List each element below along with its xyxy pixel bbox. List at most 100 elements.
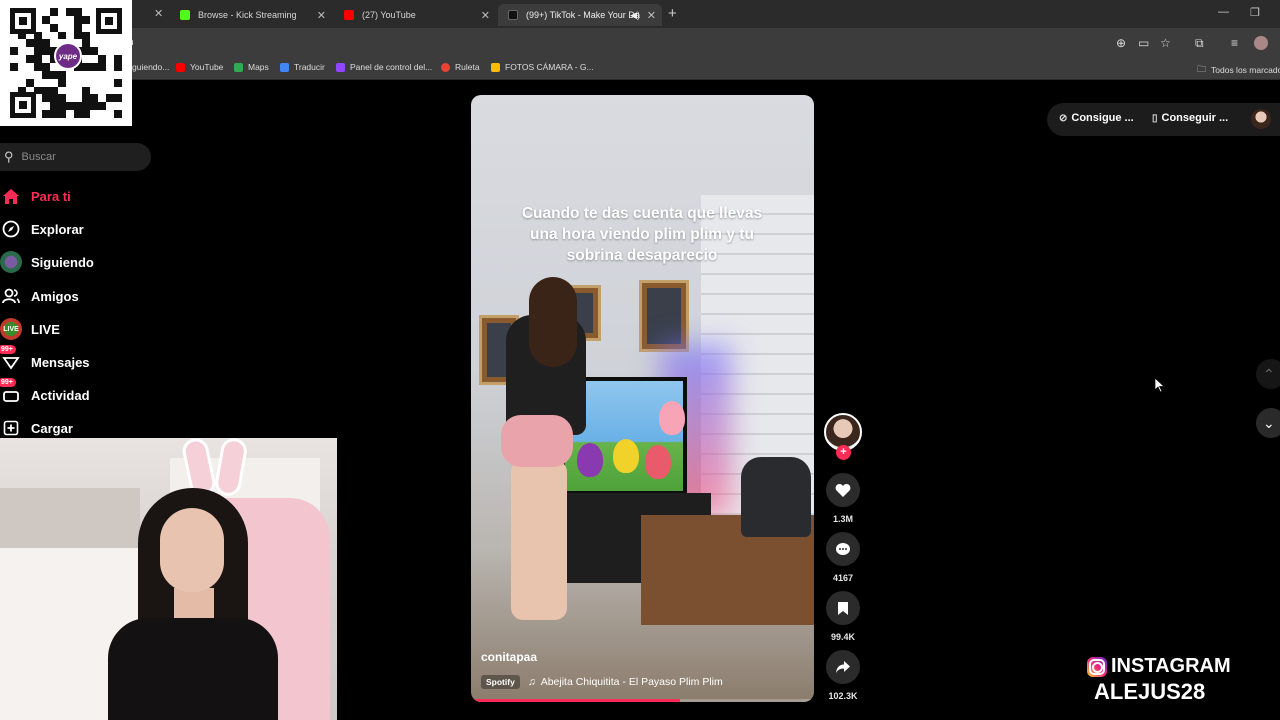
heart-icon[interactable]	[826, 473, 860, 507]
qr-module	[34, 39, 42, 48]
qr-module	[58, 78, 66, 87]
sidebar-item-para-ti[interactable]: Para ti	[0, 185, 71, 207]
video-progress[interactable]	[471, 699, 814, 702]
flower	[659, 401, 685, 435]
sidebar-item-mensajes[interactable]: 99+ Mensajes	[0, 345, 90, 373]
qr-module	[74, 31, 82, 40]
qr-module	[34, 70, 42, 79]
sidebar-item-actividad[interactable]: 99+ Actividad	[0, 378, 90, 406]
face	[160, 508, 224, 592]
bookmark-label: FOTOS CÁMARA - G...	[505, 62, 594, 72]
qr-module	[66, 86, 74, 95]
qr-module	[66, 15, 74, 24]
qr-module	[74, 8, 82, 16]
close-icon[interactable]: ✕	[647, 9, 656, 22]
qr-module	[34, 63, 42, 71]
tab-title: (27) YouTube	[362, 10, 416, 20]
bookmark-panel[interactable]: Panel de control del...	[336, 62, 432, 72]
qr-module	[18, 78, 26, 87]
tab-kick[interactable]: Browse - Kick Streaming ✕	[170, 4, 332, 26]
new-tab-icon[interactable]: +	[668, 5, 677, 22]
drive-icon	[491, 62, 500, 72]
qr-module	[74, 86, 82, 95]
video-author[interactable]: conitapaa	[481, 650, 537, 664]
tab-tiktok[interactable]: (99+) TikTok - Make Your Da ◀) ✕	[498, 4, 662, 26]
address-bar[interactable]: n	[0, 28, 1280, 58]
qr-module	[98, 70, 106, 79]
twitch-icon	[336, 62, 345, 72]
qr-module	[90, 94, 98, 103]
search-bar[interactable]: ⚲	[0, 143, 151, 171]
get-coins-button[interactable]: ⊘ Consigue ...	[1059, 112, 1134, 124]
bookmark-fotos[interactable]: FOTOS CÁMARA - G...	[491, 62, 594, 72]
qr-module	[90, 47, 98, 56]
qr-module	[82, 55, 90, 63]
bookmark-label: Todos los marcado	[1211, 65, 1280, 75]
video-player[interactable]: Cuando te das cuenta que llevas una hora…	[471, 95, 814, 702]
bookmark-all[interactable]: 🗀 Todos los marcado	[1197, 62, 1280, 78]
qr-module	[42, 31, 50, 40]
qr-module	[50, 31, 58, 40]
bookmark-ruleta[interactable]: Ruleta	[441, 62, 480, 72]
bookmark-item[interactable]: guiendo...	[132, 62, 169, 72]
bookmark-youtube[interactable]: YouTube	[176, 62, 223, 72]
qr-finder	[96, 8, 122, 34]
bookmark-maps[interactable]: Maps	[234, 62, 269, 72]
qr-code: yape	[0, 0, 132, 126]
qr-module	[50, 86, 58, 95]
qr-module	[82, 94, 90, 103]
profile-avatar[interactable]	[1251, 109, 1271, 129]
qr-module	[90, 110, 98, 118]
sidebar-item-cargar[interactable]: Cargar	[0, 417, 73, 439]
share-action[interactable]: 102.3K	[826, 650, 860, 701]
flower	[613, 439, 639, 473]
search-input[interactable]	[21, 151, 132, 163]
bookmark-translate[interactable]: Traducir	[280, 62, 325, 72]
sidebar-item-live[interactable]: LIVE LIVE	[0, 318, 60, 340]
sidebar-item-label: Cargar	[31, 420, 73, 436]
qr-module	[90, 39, 98, 48]
home-icon	[0, 185, 22, 207]
qr-module	[58, 86, 66, 95]
tab-youtube[interactable]: (27) YouTube ✕	[334, 4, 496, 26]
qr-module	[10, 78, 18, 87]
comment-action[interactable]: 4167	[826, 532, 860, 583]
qr-module	[82, 63, 90, 71]
cast-icon[interactable]: ▭	[1138, 36, 1149, 50]
instagram-overlay: INSTAGRAM ALEJUS28	[1087, 655, 1247, 705]
qr-module	[42, 39, 50, 48]
qr-module	[82, 39, 90, 48]
profile-icon[interactable]	[1254, 36, 1268, 50]
follow-plus-icon[interactable]: +	[836, 445, 851, 460]
like-count: 1.3M	[832, 514, 853, 524]
save-action[interactable]: 99.4K	[826, 591, 860, 642]
extensions-icon[interactable]: ⧉	[1195, 36, 1204, 51]
qr-module	[98, 78, 106, 87]
get-app-button[interactable]: ▯ Conseguir ...	[1152, 112, 1228, 124]
comment-icon[interactable]	[826, 532, 860, 566]
sidebar-item-explorar[interactable]: Explorar	[0, 218, 84, 240]
video-music[interactable]: Spotify ♫ Abejita Chiquitita - El Payaso…	[481, 675, 723, 689]
sidebar-item-amigos[interactable]: Amigos	[0, 285, 79, 307]
like-action[interactable]: 1.3M	[826, 473, 860, 524]
next-video-button[interactable]: ⌄	[1256, 408, 1280, 438]
qr-module	[90, 70, 98, 79]
previous-video-button[interactable]: ⌃	[1256, 359, 1280, 389]
zoom-icon[interactable]: ⊕	[1116, 36, 1126, 50]
translate-icon	[280, 62, 289, 72]
media-icon[interactable]: ≡	[1231, 36, 1238, 50]
restore-icon[interactable]: ❐	[1250, 6, 1260, 19]
tab-close-icon[interactable]: ✕	[154, 7, 163, 20]
following-avatar-icon	[0, 251, 22, 273]
share-icon[interactable]	[826, 650, 860, 684]
close-icon[interactable]: ✕	[317, 9, 326, 22]
instagram-user: ALEJUS28	[1094, 679, 1206, 704]
minimize-icon[interactable]: —	[1218, 6, 1229, 18]
qr-module	[42, 8, 50, 16]
bookmark-icon[interactable]	[826, 591, 860, 625]
star-icon[interactable]: ☆	[1160, 36, 1171, 50]
close-icon[interactable]: ✕	[481, 9, 490, 22]
qr-module	[34, 78, 42, 87]
sidebar-item-siguiendo[interactable]: Siguiendo	[0, 251, 94, 273]
qr-module	[98, 47, 106, 56]
